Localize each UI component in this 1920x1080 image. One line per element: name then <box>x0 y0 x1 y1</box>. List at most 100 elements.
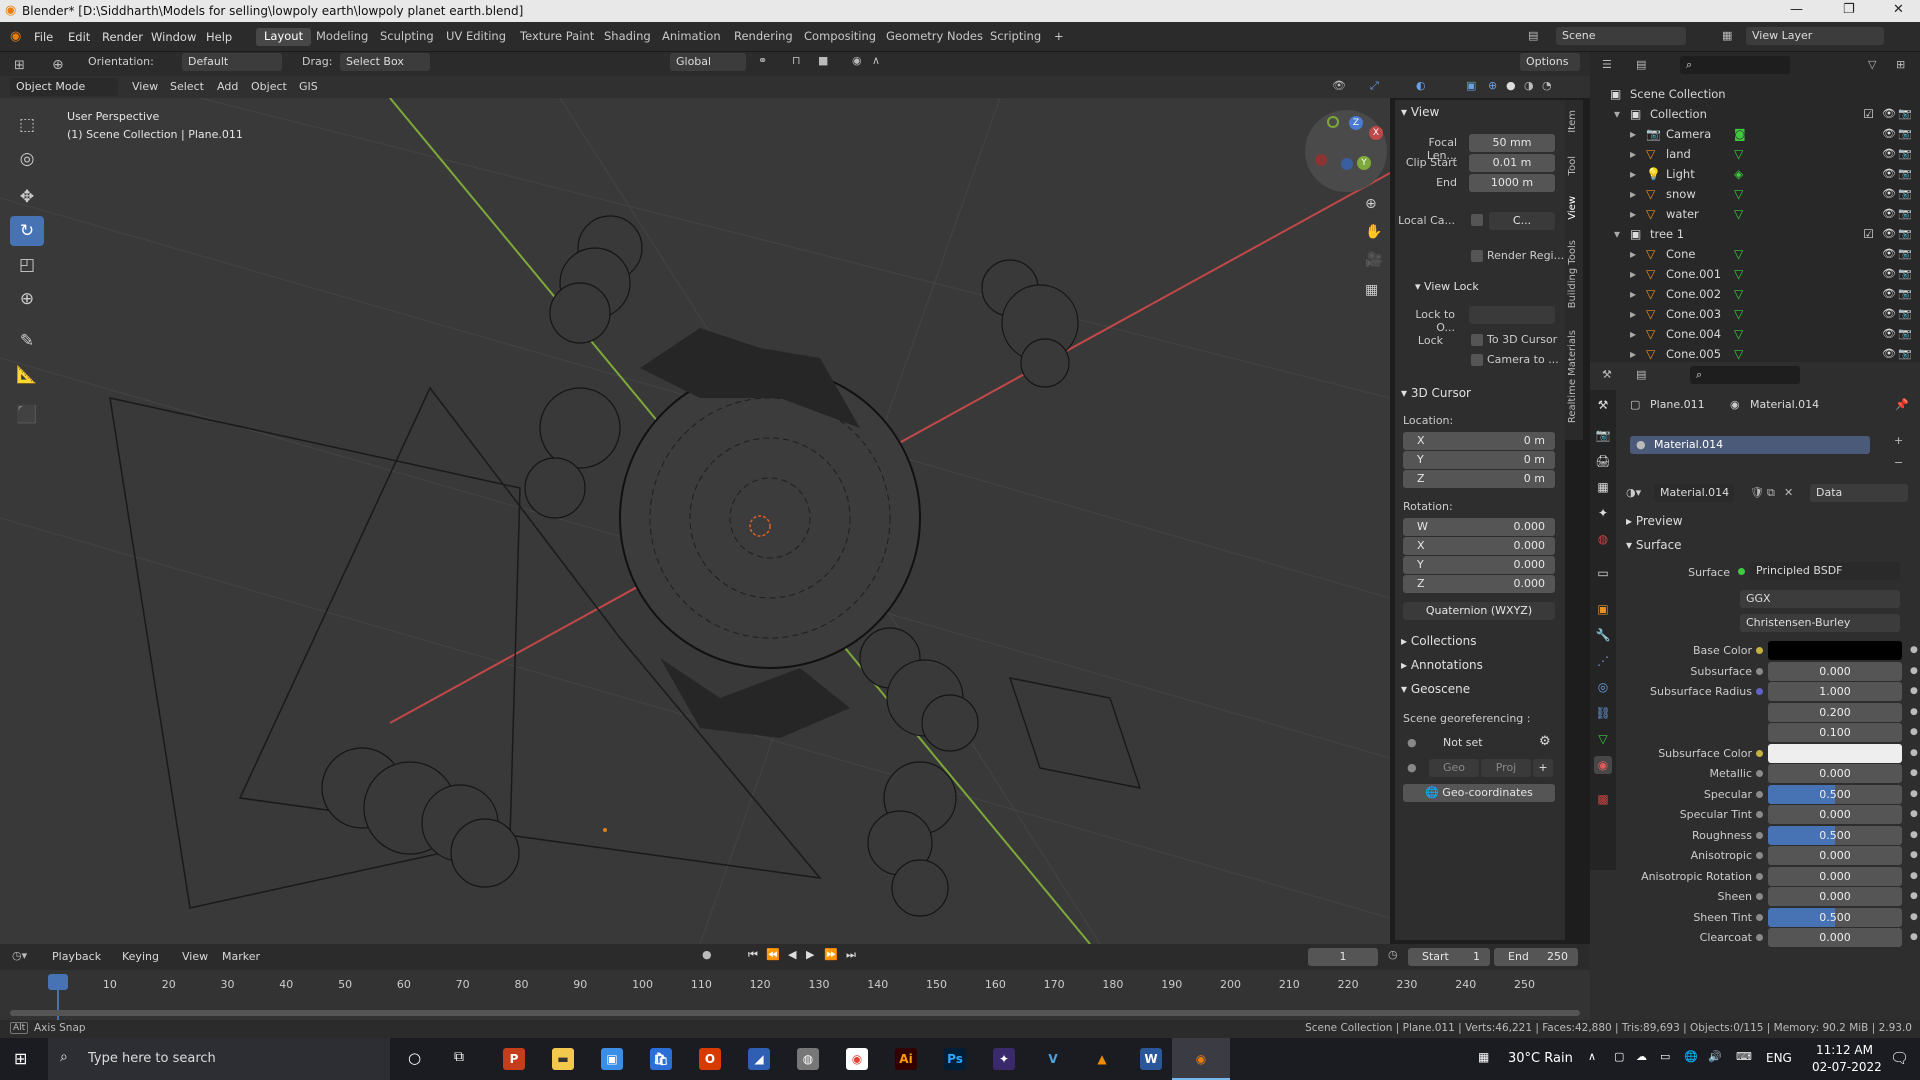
keyframe-dot-icon[interactable]: ● <box>1910 727 1918 737</box>
close-icon[interactable]: ✕ <box>1893 2 1904 17</box>
render-toggle-icon[interactable]: 📷 <box>1898 307 1912 320</box>
play-icon[interactable]: ▶ <box>806 948 814 961</box>
breadcrumb-material[interactable]: Material.014 <box>1750 398 1819 411</box>
property-value-field[interactable]: 0.000 <box>1768 764 1902 783</box>
network-icon[interactable]: 🌐 <box>1684 1050 1698 1063</box>
camera-to-view-checkbox[interactable] <box>1471 354 1483 366</box>
tab-scripting[interactable]: Scripting <box>982 28 1049 46</box>
proj-button[interactable]: Proj <box>1481 759 1531 777</box>
cursor-icon[interactable]: ◎ <box>10 144 44 174</box>
outliner-row[interactable]: ▸ ▽ snow ▽ 👁 📷 <box>1590 184 1920 204</box>
menu-marker[interactable]: Marker <box>222 950 260 963</box>
transform-icon[interactable]: ⊕ <box>10 284 44 314</box>
snap-icon[interactable]: ⊓ <box>792 54 801 67</box>
tab-uv-editing[interactable]: UV Editing <box>438 28 514 46</box>
menu-playback[interactable]: Playback <box>52 950 101 963</box>
taskbar-search[interactable]: ⌕ Type here to search <box>48 1038 390 1080</box>
render-toggle-icon[interactable]: 📷 <box>1898 327 1912 340</box>
add-slot-icon[interactable]: + <box>1894 434 1903 447</box>
menu-timeline-view[interactable]: View <box>182 950 208 963</box>
visibility-eye-icon[interactable]: 👁 <box>1882 207 1896 220</box>
menu-render[interactable]: Render <box>102 30 143 44</box>
constraints-tab-icon[interactable]: ⛓ <box>1594 704 1612 722</box>
y-axis-icon[interactable]: Y <box>1357 156 1371 170</box>
drag-dropdown[interactable]: Select Box <box>340 53 430 71</box>
play-reverse-icon[interactable]: ◀ <box>788 948 796 961</box>
3d-viewport[interactable]: User Perspective (1) Scene Collection | … <box>0 98 1390 944</box>
tab-building-tools[interactable]: Building Tools <box>1567 240 1578 308</box>
expand-arrow-icon[interactable]: ▸ <box>1630 347 1636 361</box>
focal-length-field[interactable]: 50 mm <box>1469 134 1555 152</box>
blender-taskbar-item[interactable]: ◉ <box>1172 1038 1230 1080</box>
add-workspace-icon[interactable]: + <box>1046 28 1072 46</box>
link-data-dropdown[interactable]: Data <box>1810 484 1908 502</box>
camera-view-icon[interactable]: 🎥 <box>1365 252 1382 268</box>
outliner-root[interactable]: ▣ Scene Collection <box>1590 84 1920 104</box>
prev-keyframe-icon[interactable]: ⏪ <box>766 948 780 961</box>
mesh-data-icon[interactable]: ▽ <box>1734 147 1743 161</box>
property-value-field[interactable]: 0.000 <box>1768 866 1902 886</box>
camera-data-icon[interactable]: ◙ <box>1734 127 1746 141</box>
mesh-data-icon[interactable]: ▽ <box>1734 307 1743 321</box>
cursor-y-field[interactable]: Y 0 m <box>1403 451 1555 469</box>
socket-icon[interactable] <box>1756 749 1763 757</box>
keyframe-dot-icon[interactable]: ● <box>1910 891 1918 901</box>
property-value-field[interactable] <box>1768 641 1902 660</box>
render-toggle-icon[interactable]: 📷 <box>1898 127 1912 140</box>
visibility-icon[interactable]: 👁 <box>1332 79 1346 92</box>
mesh-data-icon[interactable]: ▽ <box>1734 327 1743 341</box>
overlays-icon[interactable]: ◐ <box>1416 79 1426 92</box>
new-collection-icon[interactable]: ⊞ <box>1896 58 1905 71</box>
collections-header[interactable]: ▸ Collections <box>1401 634 1476 648</box>
preview-header[interactable]: ▸ Preview <box>1626 514 1683 528</box>
chrome-icon[interactable]: ◉ <box>846 1048 868 1070</box>
outliner-row[interactable]: ▸ 📷 Camera ◙ 👁 📷 <box>1590 124 1920 144</box>
render-region-checkbox[interactable] <box>1471 250 1483 262</box>
editor-type-icon[interactable]: ⊞ <box>14 58 25 73</box>
tab-item[interactable]: Item <box>1567 110 1578 133</box>
world-tab-icon[interactable]: ◍ <box>1594 530 1612 548</box>
clock-time[interactable]: 11:12 AM <box>1816 1043 1873 1057</box>
auto-keying-icon[interactable]: ● <box>702 948 712 961</box>
visibility-eye-icon[interactable]: 👁 <box>1882 307 1896 320</box>
next-keyframe-icon[interactable]: ⏩ <box>824 948 838 961</box>
expand-arrow-icon[interactable]: ▸ <box>1630 207 1636 221</box>
scene-icon[interactable]: ▤ <box>1528 29 1538 42</box>
navigation-gizmo[interactable]: Z X Y <box>1305 110 1387 192</box>
app-icon-2[interactable]: ◍ <box>797 1048 819 1070</box>
mesh-data-icon[interactable]: ▽ <box>1734 267 1743 281</box>
vlc-icon[interactable]: ▲ <box>1091 1048 1113 1070</box>
3d-cursor-header[interactable]: ▾ 3D Cursor <box>1401 386 1471 400</box>
geoscene-header[interactable]: ▾ Geoscene <box>1401 682 1470 696</box>
tab-modeling[interactable]: Modeling <box>308 28 376 46</box>
tab-view[interactable]: View <box>1567 196 1578 220</box>
rotation-mode-dropdown[interactable]: Quaternion (WXYZ) <box>1403 602 1555 620</box>
visibility-eye-icon[interactable]: 👁 <box>1882 187 1896 200</box>
file-explorer-icon[interactable]: ▬ <box>552 1048 574 1070</box>
keyframe-dot-icon[interactable]: ● <box>1910 645 1918 655</box>
modifier-tab-icon[interactable]: 🔧 <box>1594 626 1612 644</box>
onedrive-icon[interactable]: ☁ <box>1636 1050 1647 1063</box>
fake-user-icon[interactable]: 🛡 <box>1750 486 1764 499</box>
cursor-z-field[interactable]: Z 0 m <box>1403 470 1555 488</box>
menu-select[interactable]: Select <box>170 80 204 93</box>
mesh-data-icon[interactable]: ▽ <box>1734 287 1743 301</box>
snap-target-icon[interactable]: ■ <box>818 54 828 67</box>
visibility-eye-icon[interactable]: 👁 <box>1882 107 1896 120</box>
render-tab-icon[interactable]: 📷 <box>1594 426 1612 444</box>
jump-start-icon[interactable]: ⏮ <box>748 948 758 962</box>
outliner-row[interactable]: ▸ ▽ Cone.002 ▽ 👁 📷 <box>1590 284 1920 304</box>
socket-icon[interactable] <box>1756 831 1763 839</box>
display-mode-icon[interactable]: ▤ <box>1636 58 1646 71</box>
view-layer-field[interactable]: View Layer <box>1746 27 1884 45</box>
word-icon[interactable]: W <box>1140 1048 1162 1070</box>
outliner-row[interactable]: ▸ ▽ water ▽ 👁 📷 <box>1590 204 1920 224</box>
lock-to-object-field[interactable] <box>1469 306 1555 324</box>
tab-sculpting[interactable]: Sculpting <box>372 28 442 46</box>
rotation-y-field[interactable]: Y 0.000 <box>1403 556 1555 574</box>
tab-rendering[interactable]: Rendering <box>726 28 801 46</box>
falloff-icon[interactable]: ∧ <box>872 54 880 67</box>
property-value-field[interactable]: 0.000 <box>1768 887 1902 906</box>
material-tab-icon[interactable]: ◉ <box>1594 756 1612 774</box>
geo-button[interactable]: Geo <box>1429 759 1479 777</box>
